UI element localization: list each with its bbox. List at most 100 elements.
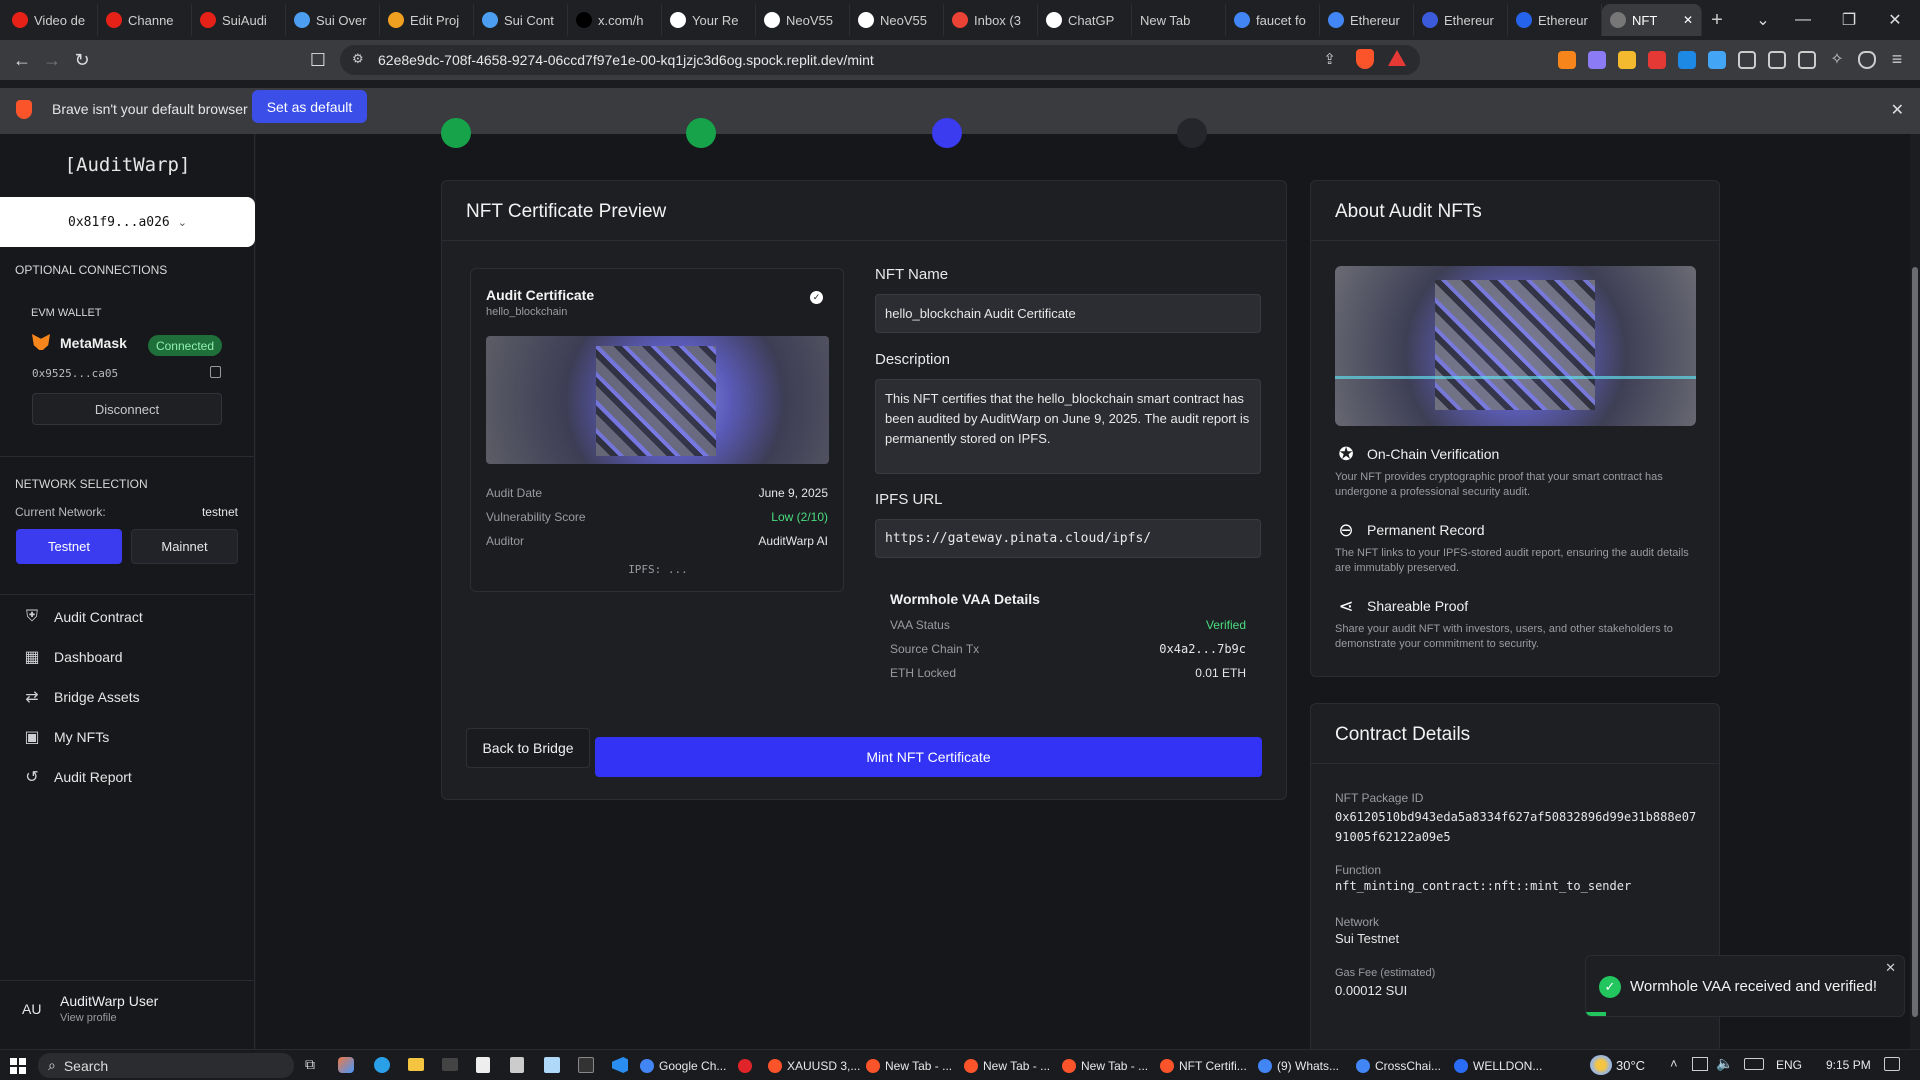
network-icon[interactable] xyxy=(1692,1057,1708,1071)
extensions-puzzle-icon[interactable] xyxy=(1738,51,1756,69)
browser-tab[interactable]: New Tab xyxy=(1132,4,1226,36)
browser-tab[interactable]: NeoV55 xyxy=(756,4,850,36)
browser-tab[interactable]: Sui Over xyxy=(286,4,380,36)
url-field[interactable]: ⚙ 62e8e9dc-708f-4658-9274-06ccd7f97e1e-0… xyxy=(340,45,1420,75)
notepad-icon[interactable] xyxy=(544,1057,560,1073)
taskbar-app[interactable]: WELLDON... xyxy=(1454,1055,1546,1077)
copilot-icon[interactable] xyxy=(338,1057,354,1073)
nav-audit-report[interactable]: ↺ Audit Report xyxy=(22,762,132,792)
user-profile[interactable]: AU AuditWarp User View profile xyxy=(0,981,255,1049)
nav-dashboard[interactable]: ▦ Dashboard xyxy=(22,642,122,672)
taskbar-app-label: XAUUSD 3,... xyxy=(787,1059,860,1073)
language-indicator[interactable]: ENG xyxy=(1776,1058,1802,1072)
wallet-connect-button[interactable]: 0x81f9...a026 ⌄ xyxy=(0,197,255,247)
close-window-button[interactable]: ✕ xyxy=(1872,0,1918,40)
wallet-icon[interactable] xyxy=(1798,51,1816,69)
bookmark-icon[interactable]: ☐ xyxy=(302,44,334,76)
nav-my-nfts[interactable]: ▣ My NFTs xyxy=(22,722,109,752)
tab-label: faucet fo xyxy=(1256,12,1306,28)
tray-chevron-icon[interactable]: ˄ xyxy=(1670,1056,1678,1071)
nav-bridge-assets[interactable]: ⇄ Bridge Assets xyxy=(22,682,139,712)
taskbar-app[interactable]: (9) Whats... xyxy=(1258,1055,1350,1077)
keyboard-icon[interactable] xyxy=(1744,1058,1764,1070)
new-tab-button[interactable]: + xyxy=(1702,4,1732,36)
weather-icon[interactable] xyxy=(1590,1055,1612,1075)
phantom-extension-icon[interactable] xyxy=(1588,51,1606,69)
ipfs-url-input[interactable]: https://gateway.pinata.cloud/ipfs/ xyxy=(875,519,1261,558)
scrollbar-thumb[interactable] xyxy=(1912,267,1918,1017)
description-textarea[interactable]: This NFT certifies that the hello_blockc… xyxy=(875,379,1261,474)
browser-tab[interactable]: Sui Cont xyxy=(474,4,568,36)
view-profile-link[interactable]: View profile xyxy=(60,1012,117,1024)
terminal-icon[interactable] xyxy=(578,1057,594,1073)
browser-tab[interactable]: Your Re xyxy=(662,4,756,36)
close-toast-icon[interactable]: ✕ xyxy=(1885,960,1896,976)
browser-tab[interactable]: Ethereur xyxy=(1414,4,1508,36)
taskbar-app[interactable]: New Tab - ... xyxy=(964,1055,1056,1077)
nft-name-input[interactable]: hello_blockchain Audit Certificate xyxy=(875,294,1261,333)
testnet-button[interactable]: Testnet xyxy=(16,529,122,564)
browser-tab[interactable]: x.com/h xyxy=(568,4,662,36)
scrollbar-track[interactable] xyxy=(1910,134,1920,1049)
browser-tab[interactable]: NFT ✕ xyxy=(1602,4,1702,36)
browser-tab[interactable]: Video de xyxy=(4,4,98,36)
windows-start-icon[interactable] xyxy=(10,1058,26,1074)
task-view-icon[interactable]: ⧉ xyxy=(305,1056,315,1073)
extension-icon[interactable] xyxy=(1708,51,1726,69)
mint-nft-button[interactable]: Mint NFT Certificate xyxy=(595,737,1262,777)
file-explorer-icon[interactable] xyxy=(408,1058,424,1071)
browser-tab[interactable]: faucet fo xyxy=(1226,4,1320,36)
mainnet-button[interactable]: Mainnet xyxy=(131,529,238,564)
reload-icon[interactable]: ↻ xyxy=(66,44,98,76)
edge-icon[interactable] xyxy=(374,1057,390,1073)
taskbar-app[interactable]: NFT Certifi... xyxy=(1160,1055,1252,1077)
close-tab-icon[interactable]: ✕ xyxy=(1683,13,1693,27)
browser-tab[interactable]: Ethereur xyxy=(1320,4,1414,36)
close-infobar-icon[interactable]: ✕ xyxy=(1891,100,1904,120)
taskbar-search[interactable]: ⌕ Search xyxy=(38,1053,294,1078)
extension-icon[interactable] xyxy=(1678,51,1696,69)
back-arrow-icon[interactable]: ← xyxy=(6,44,38,76)
taskbar-app[interactable]: New Tab - ... xyxy=(1062,1055,1154,1077)
calculator-icon[interactable] xyxy=(510,1057,524,1073)
taskbar-app[interactable]: XAUUSD 3,... xyxy=(768,1055,860,1077)
browser-tab[interactable]: SuiAudi xyxy=(192,4,286,36)
browser-tab[interactable]: Edit Proj xyxy=(380,4,474,36)
taskbar-app[interactable] xyxy=(738,1055,762,1077)
vpn-shield-icon[interactable] xyxy=(1858,51,1876,69)
app-icon[interactable] xyxy=(442,1058,458,1071)
store-icon[interactable] xyxy=(476,1057,490,1073)
back-to-bridge-button[interactable]: Back to Bridge xyxy=(466,728,590,768)
vscode-icon[interactable] xyxy=(612,1057,628,1073)
nav-audit-contract[interactable]: ⛨ Audit Contract xyxy=(22,602,143,632)
taskbar-app[interactable]: Google Ch... xyxy=(640,1055,732,1077)
binance-extension-icon[interactable] xyxy=(1618,51,1636,69)
browser-tab[interactable]: Inbox (3 xyxy=(944,4,1038,36)
menu-icon[interactable]: ≡ xyxy=(1888,50,1906,69)
sidebar-toggle-icon[interactable] xyxy=(1768,51,1786,69)
volume-icon[interactable]: 🔈 xyxy=(1716,1055,1733,1072)
copy-icon[interactable] xyxy=(210,366,221,378)
notifications-icon[interactable] xyxy=(1884,1057,1900,1071)
taskbar-app[interactable]: CrossChai... xyxy=(1356,1055,1448,1077)
set-as-default-button[interactable]: Set as default xyxy=(252,90,367,123)
brave-shields-icon[interactable] xyxy=(1356,49,1374,69)
disconnect-button[interactable]: Disconnect xyxy=(32,393,222,425)
restore-button[interactable]: ❐ xyxy=(1826,0,1872,40)
share-icon[interactable]: ⇪ xyxy=(1323,50,1336,68)
taskbar-app[interactable]: New Tab - ... xyxy=(866,1055,958,1077)
clock[interactable]: 9:15 PM xyxy=(1826,1058,1871,1072)
vaa-status-value: Verified xyxy=(1205,618,1246,632)
browser-tab[interactable]: NeoV55 xyxy=(850,4,944,36)
site-settings-icon[interactable]: ⚙ xyxy=(352,51,364,67)
metamask-extension-icon[interactable] xyxy=(1558,51,1576,69)
audit-date-value: June 9, 2025 xyxy=(758,486,828,500)
browser-tab[interactable]: ChatGP xyxy=(1038,4,1132,36)
minimize-button[interactable]: — xyxy=(1780,0,1826,40)
browser-tab[interactable]: Channe xyxy=(98,4,192,36)
leo-ai-icon[interactable]: ✧ xyxy=(1828,51,1846,69)
browser-tab[interactable]: Ethereur xyxy=(1508,4,1602,36)
forward-arrow-icon[interactable]: → xyxy=(36,44,68,76)
lock-extension-icon[interactable] xyxy=(1648,51,1666,69)
brave-rewards-icon[interactable] xyxy=(1388,50,1406,66)
